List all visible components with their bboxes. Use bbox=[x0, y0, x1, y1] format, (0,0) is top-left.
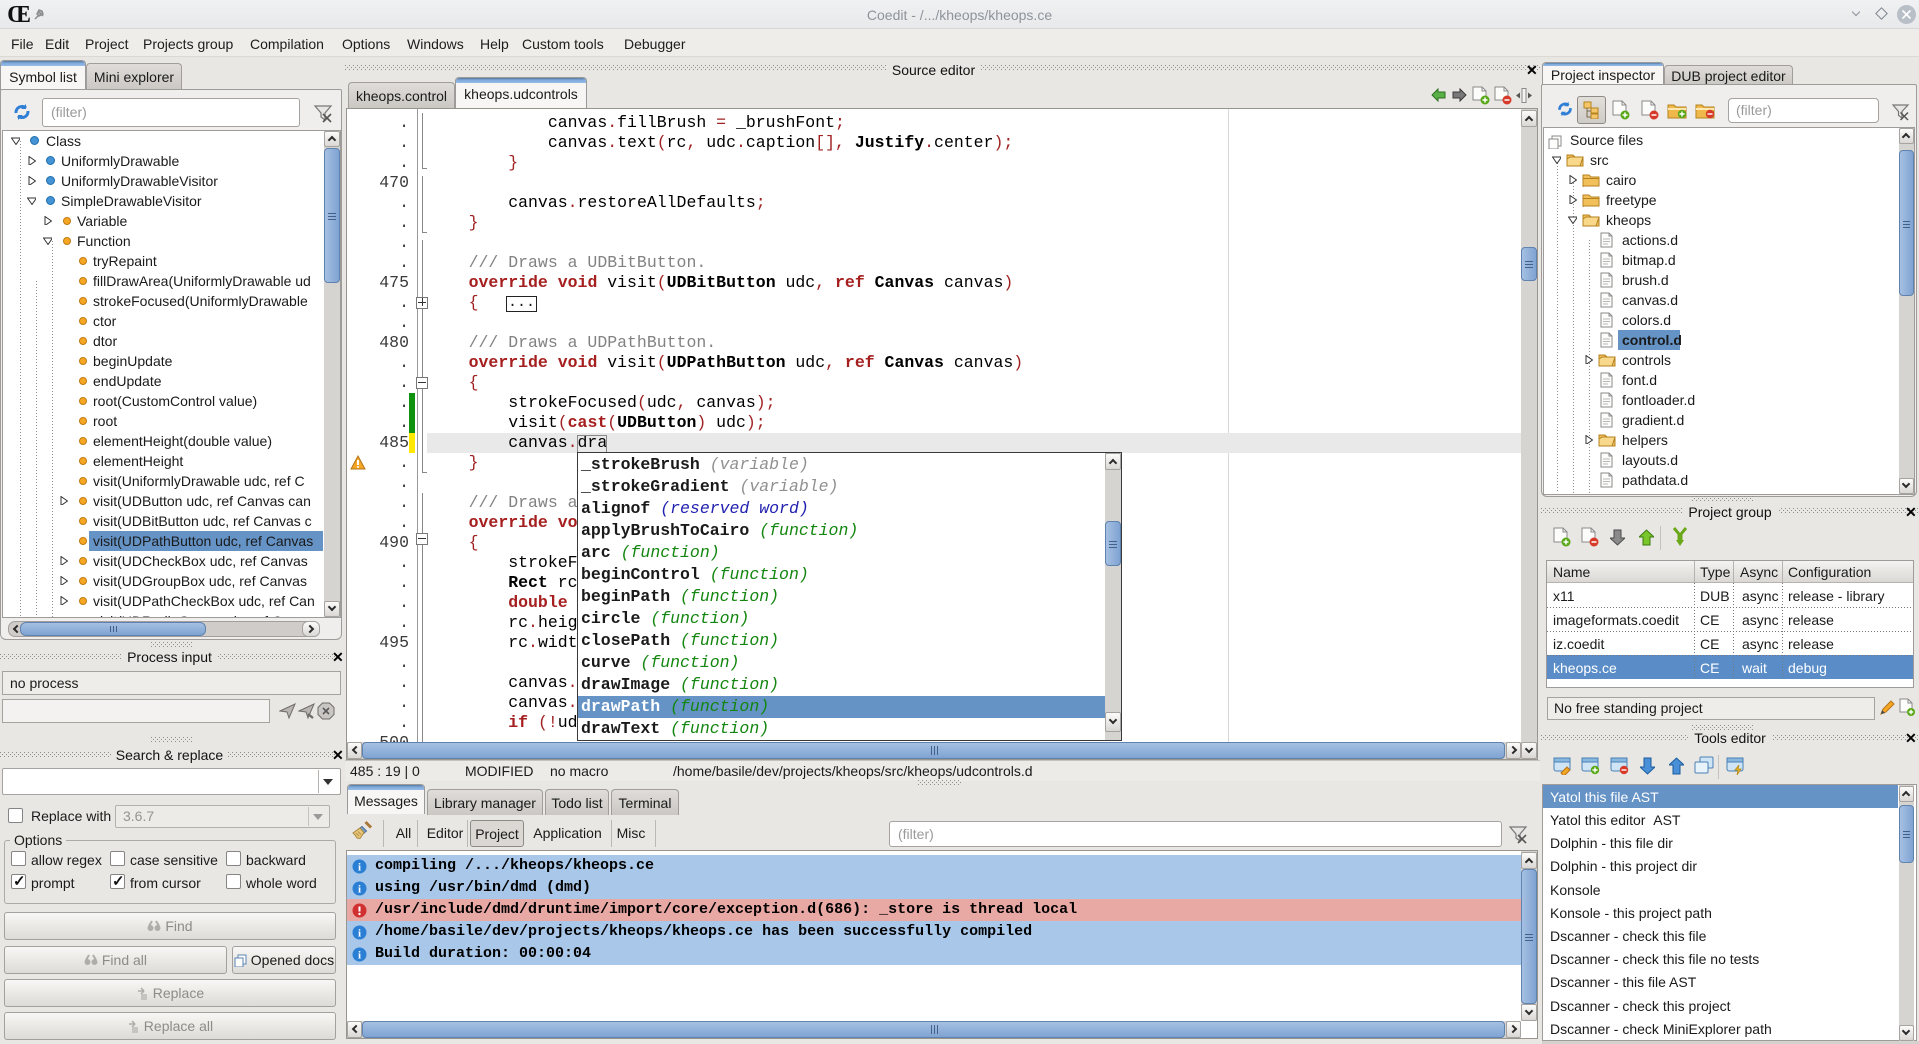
svg-text:i: i bbox=[358, 950, 361, 962]
svg-text:i: i bbox=[358, 862, 361, 874]
svg-text:i: i bbox=[358, 928, 361, 940]
svg-text:i: i bbox=[358, 884, 361, 896]
